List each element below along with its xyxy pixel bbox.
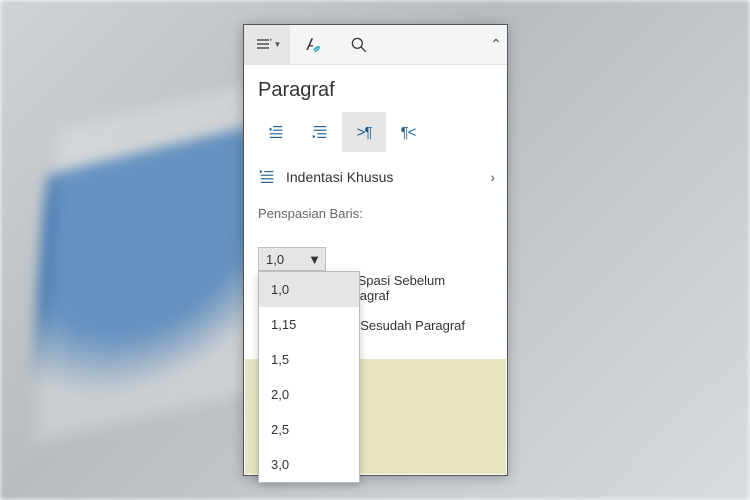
search-icon	[349, 35, 369, 55]
top-toolbar: ▼ ⌃	[244, 25, 507, 65]
paragraph-tool-button[interactable]: ▼	[244, 25, 290, 64]
chevron-up-icon: ⌃	[490, 36, 502, 53]
panel-collapse-button[interactable]: ⌃	[485, 25, 507, 64]
increase-indent-button[interactable]	[298, 112, 342, 152]
spacing-option[interactable]: 1,5	[259, 342, 359, 377]
combo-caret-icon: ▼	[308, 252, 321, 267]
line-spacing-label: Penspasian Baris:	[244, 196, 507, 227]
ltr-pilcrow-icon: >¶	[357, 124, 372, 141]
special-indent-row[interactable]: Indentasi Khusus ›	[244, 158, 507, 196]
line-spacing-dropdown: 1,0 1,15 1,5 2,0 2,5 3,0	[258, 271, 360, 483]
line-spacing-combo[interactable]: 1,0 ▼	[258, 247, 326, 271]
rtl-direction-button[interactable]: ¶<	[386, 112, 430, 152]
paragraph-panel: ▼ ⌃ Paragraf	[243, 24, 508, 476]
spacing-option[interactable]: 2,0	[259, 377, 359, 412]
chevron-right-icon: ›	[490, 169, 495, 185]
special-indent-icon	[258, 168, 276, 186]
special-indent-label: Indentasi Khusus	[286, 169, 393, 185]
spacing-option[interactable]: 3,0	[259, 447, 359, 482]
paragraph-lines-icon	[253, 35, 273, 55]
search-button[interactable]	[336, 25, 382, 64]
spacing-option[interactable]: 2,5	[259, 412, 359, 447]
panel-title: Paragraf	[244, 65, 507, 112]
decrease-indent-button[interactable]	[254, 112, 298, 152]
font-format-button[interactable]	[290, 25, 336, 64]
font-format-icon	[303, 35, 323, 55]
spacing-option[interactable]: 1,0	[259, 272, 359, 307]
rtl-pilcrow-icon: ¶<	[401, 124, 416, 141]
increase-indent-icon	[311, 123, 329, 141]
dropdown-caret-icon: ▼	[274, 40, 282, 49]
decrease-indent-icon	[267, 123, 285, 141]
align-row: >¶ ¶<	[244, 112, 507, 158]
space-before-label: an Spasi Sebelum Paragraf	[340, 273, 493, 303]
ltr-direction-button[interactable]: >¶	[342, 112, 386, 152]
spacing-option[interactable]: 1,15	[259, 307, 359, 342]
line-spacing-value: 1,0	[266, 252, 284, 267]
